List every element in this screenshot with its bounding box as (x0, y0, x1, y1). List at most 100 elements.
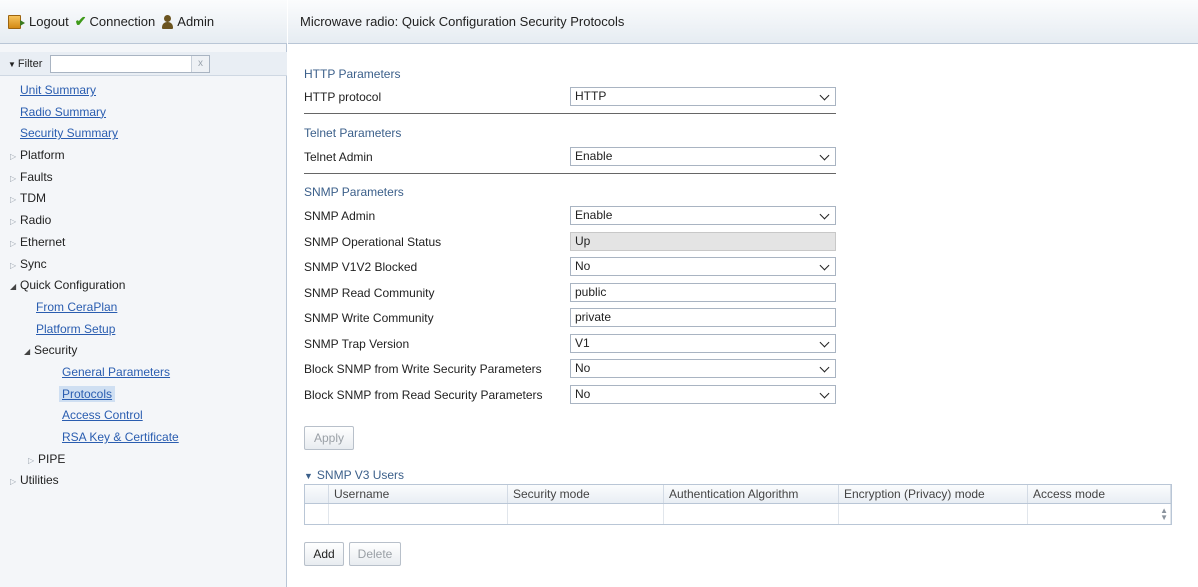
column-header-username[interactable]: Username (329, 485, 508, 503)
main-panel: Microwave radio: Quick Configuration Sec… (288, 0, 1198, 587)
http-protocol-value: HTTP (575, 89, 607, 103)
nav-branch-label: Platform (20, 148, 65, 163)
filter-label: Filter (17, 57, 43, 70)
collapse-arrow-icon[interactable]: ◢ (10, 276, 20, 298)
block-snmp-read-select[interactable]: No (570, 385, 836, 404)
block-snmp-read-value: No (575, 387, 591, 401)
nav-item-sync[interactable]: ▷ Sync (0, 254, 287, 276)
snmp-write-community-label: SNMP Write Community (304, 311, 434, 325)
admin-button[interactable]: Admin (161, 14, 214, 29)
table-row[interactable] (305, 504, 1171, 524)
snmp-write-community-value: private (575, 310, 612, 324)
collapse-arrow-icon[interactable]: ◢ (24, 341, 34, 363)
expand-arrow-icon[interactable]: ▷ (10, 255, 20, 277)
snmp-read-community-input[interactable]: public (570, 283, 836, 302)
expand-arrow-icon[interactable]: ▷ (10, 471, 20, 493)
snmp-v1v2-value: No (575, 259, 591, 273)
snmp-v1v2-select[interactable]: No (570, 257, 836, 276)
nav-item-utilities[interactable]: ▷ Utilities (0, 470, 287, 492)
nav-item-radio-summary[interactable]: Radio Summary (0, 102, 287, 124)
page-title: Microwave radio: Quick Configuration Sec… (288, 0, 1198, 44)
nav-item-security[interactable]: ◢ Security (0, 340, 287, 362)
snmp-section-heading: SNMP Parameters (304, 185, 404, 199)
snmp-v3-users-toggle[interactable]: ▼ SNMP V3 Users (304, 468, 404, 482)
nav-link-label: General Parameters (62, 364, 171, 379)
nav-link-label: Unit Summary (20, 83, 97, 97)
navigation-sidebar: Logout ✔ Connection Admin ▼ Filter x Unit… (0, 0, 287, 587)
nav-item-platform-setup[interactable]: Platform Setup (0, 319, 287, 341)
connection-button[interactable]: ✔ Connection (75, 13, 156, 30)
expand-arrow-icon[interactable]: ▷ (10, 189, 20, 211)
snmp-read-community-value: public (575, 285, 607, 299)
snmp-admin-select[interactable]: Enable (570, 206, 836, 225)
snmp-v3-users-heading: SNMP V3 Users (316, 468, 405, 482)
telnet-admin-label: Telnet Admin (304, 150, 373, 164)
expand-arrow-icon[interactable]: ▷ (10, 233, 20, 255)
nav-item-ethernet[interactable]: ▷ Ethernet (0, 232, 287, 254)
block-snmp-write-value: No (575, 361, 591, 375)
nav-item-platform[interactable]: ▷ Platform (0, 145, 287, 167)
nav-branch-label: PIPE (38, 451, 66, 466)
column-header-access-mode[interactable]: Access mode (1028, 485, 1171, 503)
nav-item-protocols[interactable]: Protocols (0, 384, 287, 406)
table-cell (305, 504, 329, 524)
filter-toggle[interactable]: ▼ Filter (8, 58, 50, 70)
nav-branch-label: Sync (20, 256, 47, 271)
nav-tree: Unit Summary Radio Summary Security Summ… (0, 80, 287, 492)
snmp-op-status-field: Up (570, 232, 836, 251)
clear-icon[interactable]: x (191, 55, 209, 72)
nav-item-faults[interactable]: ▷ Faults (0, 167, 287, 189)
expand-arrow-icon[interactable]: ▷ (28, 450, 38, 472)
select-column-header (305, 485, 329, 503)
logout-button[interactable]: Logout (8, 14, 69, 29)
nav-item-radio[interactable]: ▷ Radio (0, 210, 287, 232)
column-header-encryption-mode[interactable]: Encryption (Privacy) mode (839, 485, 1028, 503)
block-snmp-write-label: Block SNMP from Write Security Parameter… (304, 362, 542, 376)
expand-arrow-icon[interactable]: ▷ (10, 168, 20, 190)
connection-label: Connection (89, 14, 156, 29)
table-cell (508, 504, 664, 524)
column-header-security-mode[interactable]: Security mode (508, 485, 664, 503)
nav-item-pipe[interactable]: ▷ PIPE (0, 449, 287, 471)
admin-label: Admin (177, 14, 215, 29)
section-divider (304, 173, 836, 174)
checkmark-icon: ✔ (74, 13, 87, 29)
block-snmp-write-select[interactable]: No (570, 359, 836, 378)
nav-item-tdm[interactable]: ▷ TDM (0, 188, 287, 210)
scroll-spinner-icon[interactable]: ▲ ▼ (1160, 507, 1168, 522)
snmp-trap-version-select[interactable]: V1 (570, 334, 836, 353)
nav-link-label: Platform Setup (36, 321, 116, 336)
snmp-write-community-input[interactable]: private (570, 308, 836, 327)
nav-item-security-summary[interactable]: Security Summary (0, 123, 287, 145)
add-button[interactable]: Add (304, 542, 344, 566)
expand-arrow-icon[interactable]: ▷ (10, 211, 20, 233)
apply-button[interactable]: Apply (304, 426, 354, 450)
logout-icon (8, 14, 25, 29)
snmp-op-status-label: SNMP Operational Status (304, 235, 442, 249)
snmp-trap-version-label: SNMP Trap Version (304, 337, 410, 351)
expand-arrow-icon[interactable]: ▷ (10, 146, 20, 168)
user-icon (161, 14, 174, 29)
nav-item-general-parameters[interactable]: General Parameters (0, 362, 287, 384)
nav-item-quick-configuration[interactable]: ◢ Quick Configuration (0, 275, 287, 297)
nav-link-label: Access Control (62, 408, 143, 423)
snmp-admin-value: Enable (575, 208, 613, 222)
telnet-section-heading: Telnet Parameters (304, 126, 402, 140)
telnet-admin-select[interactable]: Enable (570, 147, 836, 166)
snmp-op-status-value: Up (575, 234, 591, 248)
nav-branch-label: Ethernet (20, 234, 66, 249)
block-snmp-read-label: Block SNMP from Read Security Parameters (304, 388, 543, 402)
table-cell (839, 504, 1028, 524)
nav-item-access-control[interactable]: Access Control (0, 405, 287, 427)
http-protocol-select[interactable]: HTTP (570, 87, 836, 106)
filter-input[interactable]: x (50, 54, 210, 73)
column-header-authentication-algorithm[interactable]: Authentication Algorithm (664, 485, 839, 503)
nav-link-label: Protocols (59, 385, 116, 402)
delete-button[interactable]: Delete (349, 542, 401, 566)
nav-item-unit-summary[interactable]: Unit Summary (0, 80, 287, 102)
nav-item-rsa-key[interactable]: RSA Key & Certificate (0, 427, 287, 449)
nav-link-label: Radio Summary (20, 104, 107, 119)
snmp-admin-label: SNMP Admin (304, 209, 376, 223)
nav-item-from-ceraplan[interactable]: From CeraPlan (0, 297, 287, 319)
top-toolbar: Logout ✔ Connection Admin (0, 0, 287, 44)
